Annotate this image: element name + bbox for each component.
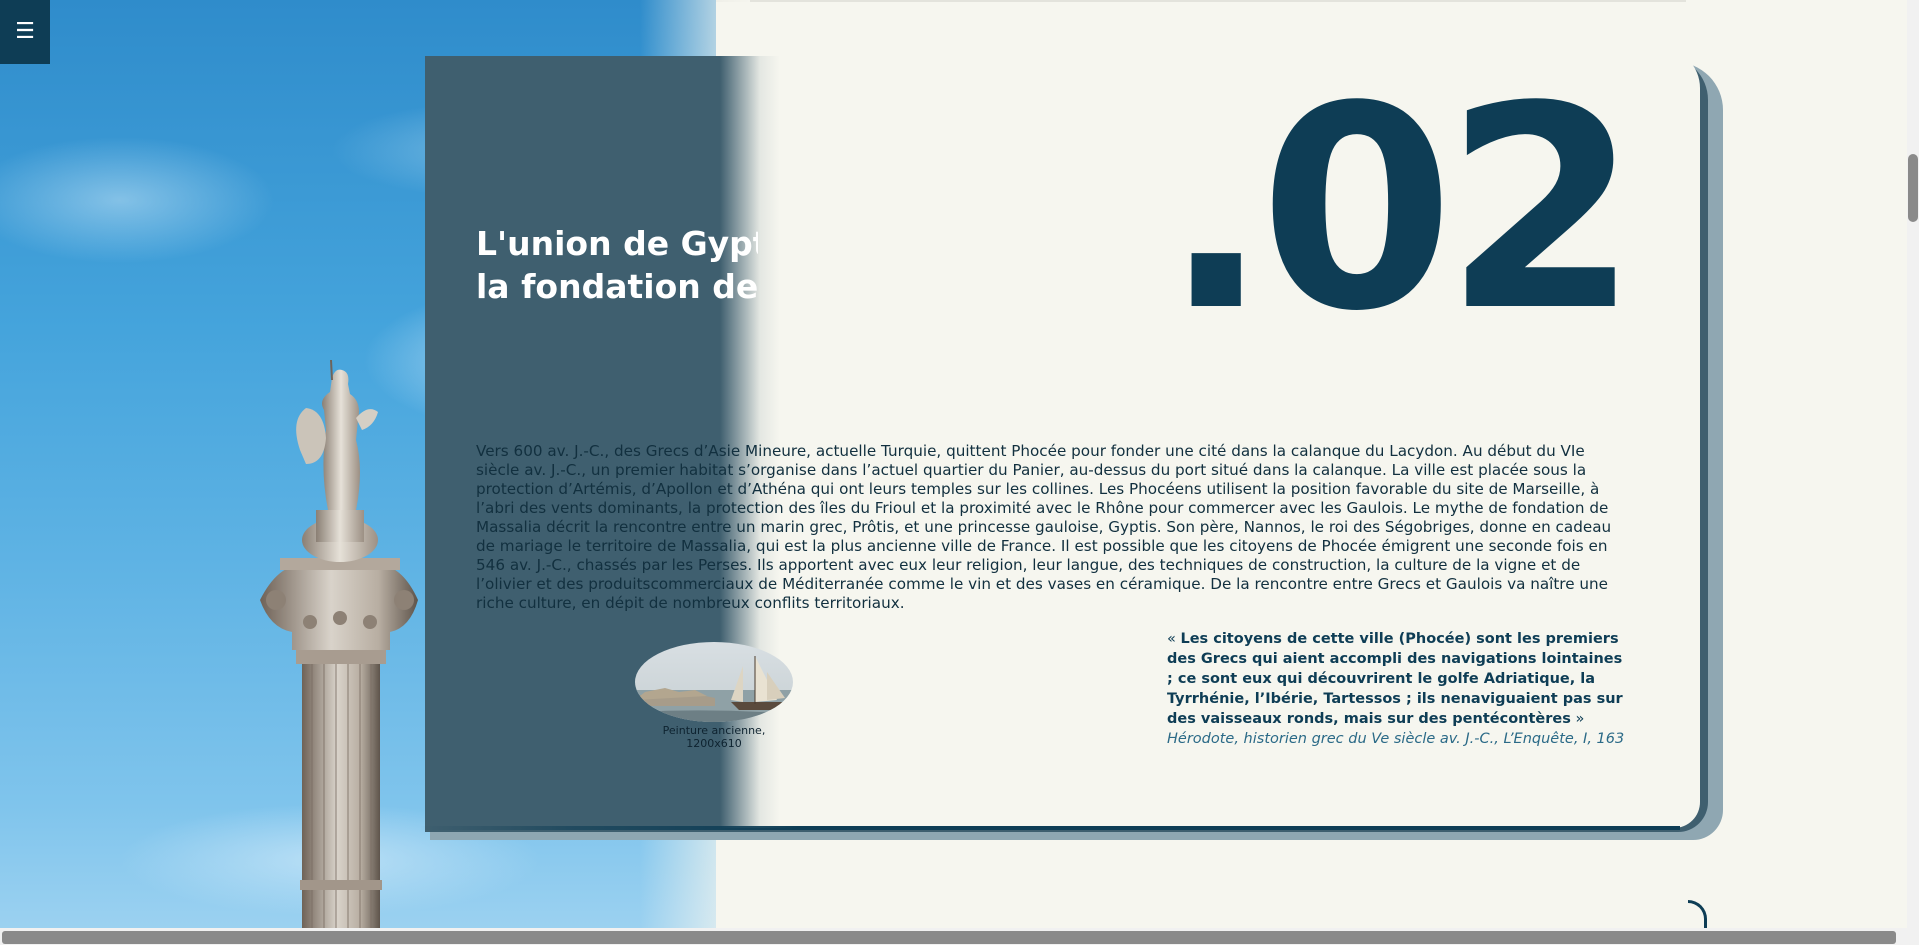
title-line-1: L'union de Gyptis et Protis, bbox=[476, 224, 758, 263]
card-bottom-border bbox=[420, 826, 1680, 830]
section-title: L'union de Gyptis et Protis, la fondatio… bbox=[476, 222, 758, 312]
horizontal-scrollbar[interactable] bbox=[0, 928, 1919, 945]
quote-close-mark: » bbox=[1570, 711, 1585, 727]
horizontal-scrollbar-thumb[interactable] bbox=[2, 931, 1896, 944]
quote-open-mark: « bbox=[1167, 631, 1181, 647]
menu-button[interactable]: ☰ bbox=[0, 0, 50, 64]
section-number: .02 bbox=[1162, 47, 1639, 373]
title-line-2: la fondation de Marseille bbox=[476, 267, 758, 306]
painting-figure[interactable]: Peinture ancienne, 1200x610 bbox=[634, 642, 794, 750]
hamburger-menu-icon[interactable]: ☰ bbox=[15, 21, 35, 43]
page: .02 L'union de Gyptis et Protis, la fond… bbox=[0, 0, 1919, 945]
vertical-scrollbar[interactable] bbox=[1907, 0, 1919, 930]
historical-quote: « Les citoyens de cette ville (Phocée) s… bbox=[1167, 629, 1627, 749]
top-divider bbox=[716, 0, 1686, 2]
figure-caption: Peinture ancienne, 1200x610 bbox=[662, 724, 766, 750]
quote-text: Les citoyens de cette ville (Phocée) son… bbox=[1167, 631, 1623, 727]
section-body-text: Vers 600 av. J.-C., des Grecs d’Asie Min… bbox=[476, 442, 1612, 612]
section-title-text: L'union de Gyptis et Protis, la fondatio… bbox=[476, 222, 758, 308]
painting-thumbnail-image[interactable] bbox=[635, 642, 793, 722]
quote-source: Hérodote, historien grec du Ve siècle av… bbox=[1167, 731, 1625, 747]
statue-column-image bbox=[260, 360, 418, 945]
vertical-scrollbar-thumb[interactable] bbox=[1908, 154, 1918, 222]
